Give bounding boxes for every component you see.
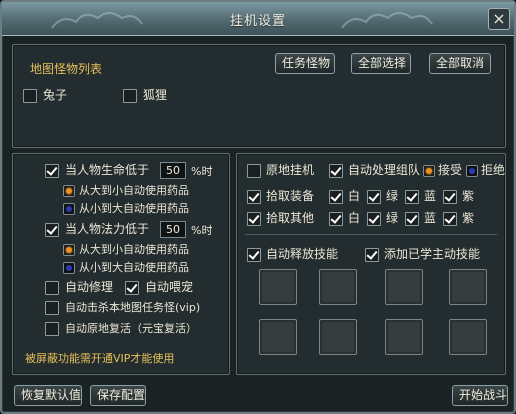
skill-slot[interactable] (259, 269, 297, 305)
team-reject-label: 拒绝 (481, 163, 506, 177)
skill-slot[interactable] (385, 269, 423, 305)
monster-list-label: 地图怪物列表 (30, 62, 103, 76)
hp-order-desc-radio[interactable] (63, 185, 75, 197)
mp-order-asc-radio[interactable] (63, 262, 75, 274)
window-title: 挂机设置 (229, 14, 286, 29)
close-button[interactable]: × (488, 8, 510, 30)
auto-team-label: 自动处理组队 (348, 163, 421, 177)
other-purple-label: 紫 (462, 211, 475, 225)
auto-feed-pet-label: 自动喂宠 (145, 280, 194, 294)
other-green-label: 绿 (386, 211, 399, 225)
recovery-settings-panel: 当人物生命低于 50 %时 从大到小自动使用药品 从小到大自动使用药品 当人物法… (12, 153, 230, 375)
mp-order-desc-radio[interactable] (63, 244, 75, 256)
hp-order-asc-radio[interactable] (63, 203, 75, 215)
auto-feed-pet-checkbox[interactable] (125, 281, 139, 295)
other-white-label: 白 (348, 211, 361, 225)
vip-notice: 被屏蔽功能需开通VIP才能使用 (25, 352, 175, 365)
hp-unit-label: %时 (191, 165, 213, 178)
mp-threshold-checkbox[interactable] (45, 223, 59, 237)
select-all-button[interactable]: 全部选择 (351, 53, 411, 74)
start-battle-button[interactable]: 开始战斗 (452, 385, 508, 406)
monster-checkbox-rabbit[interactable] (23, 89, 37, 103)
hp-threshold-input[interactable]: 50 (160, 162, 186, 179)
cancel-all-button[interactable]: 全部取消 (429, 53, 491, 74)
hp-threshold-checkbox[interactable] (45, 164, 59, 178)
hp-threshold-label: 当人物生命低于 (65, 163, 150, 177)
pickup-other-checkbox[interactable] (247, 212, 261, 226)
skill-slot[interactable] (319, 319, 357, 355)
other-purple-checkbox[interactable] (443, 212, 457, 226)
add-skill-checkbox[interactable] (365, 248, 379, 262)
auto-kill-task-label: 自动击杀本地图任务怪(vip) (65, 301, 201, 314)
auto-skill-label: 自动释放技能 (266, 247, 339, 261)
title-bar[interactable]: 挂机设置 × (2, 2, 514, 36)
combat-settings-panel: 原地挂机 自动处理组队 接受 拒绝 拾取装备 白 绿 蓝 紫 拾取其他 白 绿 … (236, 153, 506, 375)
pickup-equip-checkbox[interactable] (247, 190, 261, 204)
team-accept-radio[interactable] (423, 165, 435, 177)
idle-in-place-checkbox[interactable] (247, 164, 261, 178)
add-skill-label: 添加已学主动技能 (384, 247, 481, 261)
mp-unit-label: %时 (191, 224, 213, 237)
idle-in-place-label: 原地挂机 (266, 163, 315, 177)
monster-label-rabbit: 兔子 (43, 88, 68, 102)
auto-repair-label: 自动修理 (65, 280, 114, 294)
team-reject-radio[interactable] (466, 165, 478, 177)
equip-green-checkbox[interactable] (367, 190, 381, 204)
monster-list-panel: 地图怪物列表 任务怪物 全部选择 全部取消 兔子 狐狸 (12, 44, 506, 148)
mp-threshold-label: 当人物法力低于 (65, 222, 150, 236)
auto-team-checkbox[interactable] (329, 164, 343, 178)
skill-slot[interactable] (449, 269, 487, 305)
auto-skill-checkbox[interactable] (247, 248, 261, 262)
afk-settings-window: 挂机设置 × 地图怪物列表 任务怪物 全部选择 全部取消 兔子 狐狸 当人物生命… (0, 0, 516, 414)
equip-blue-label: 蓝 (424, 189, 437, 203)
auto-repair-checkbox[interactable] (45, 281, 59, 295)
skill-slot[interactable] (259, 319, 297, 355)
hp-order-desc-label: 从大到小自动使用药品 (79, 184, 189, 197)
equip-blue-checkbox[interactable] (405, 190, 419, 204)
restore-defaults-button[interactable]: 恢复默认值 (14, 385, 82, 406)
equip-white-label: 白 (348, 189, 361, 203)
team-accept-label: 接受 (438, 163, 463, 177)
monster-label-fox: 狐狸 (143, 88, 168, 102)
skill-slot[interactable] (319, 269, 357, 305)
other-white-checkbox[interactable] (329, 212, 343, 226)
equip-green-label: 绿 (386, 189, 399, 203)
close-icon: × (492, 9, 506, 28)
other-blue-checkbox[interactable] (405, 212, 419, 226)
mp-threshold-input[interactable]: 50 (160, 221, 186, 238)
equip-purple-checkbox[interactable] (443, 190, 457, 204)
hp-order-asc-label: 从小到大自动使用药品 (79, 202, 189, 215)
auto-kill-task-checkbox[interactable] (45, 301, 59, 315)
equip-white-checkbox[interactable] (329, 190, 343, 204)
save-config-button[interactable]: 保存配置 (90, 385, 146, 406)
monster-checkbox-fox[interactable] (123, 89, 137, 103)
auto-revive-label: 自动原地复活（元宝复活） (65, 322, 197, 335)
skill-slot[interactable] (385, 319, 423, 355)
pickup-other-label: 拾取其他 (266, 211, 315, 225)
other-green-checkbox[interactable] (367, 212, 381, 226)
mp-order-desc-label: 从大到小自动使用药品 (79, 243, 189, 256)
other-blue-label: 蓝 (424, 211, 437, 225)
skill-slot[interactable] (449, 319, 487, 355)
equip-purple-label: 紫 (462, 189, 475, 203)
section-divider (245, 234, 497, 235)
pickup-equip-label: 拾取装备 (266, 189, 315, 203)
mp-order-asc-label: 从小到大自动使用药品 (79, 261, 189, 274)
auto-revive-checkbox[interactable] (45, 322, 59, 336)
task-monster-button[interactable]: 任务怪物 (275, 53, 335, 74)
